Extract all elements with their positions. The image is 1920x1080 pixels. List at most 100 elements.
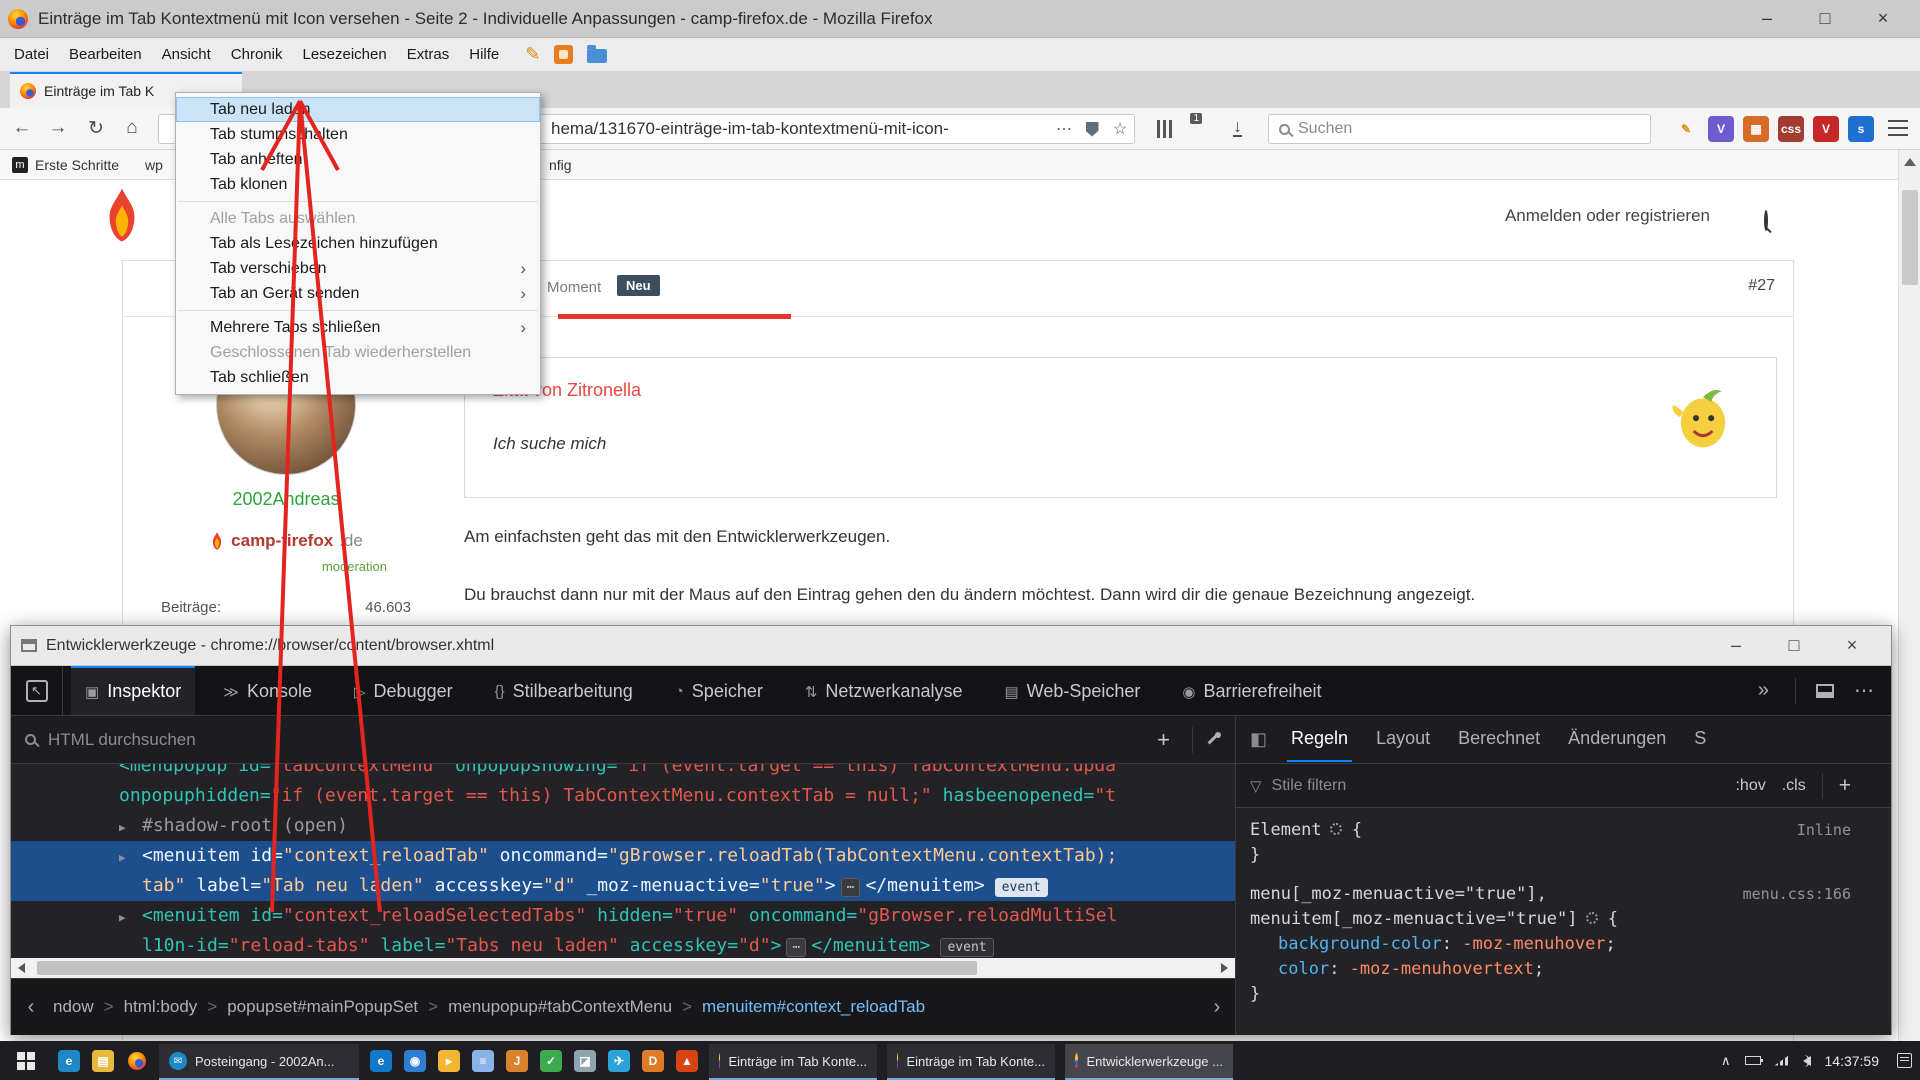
breadcrumb-forward-icon[interactable]: › (1205, 996, 1229, 1019)
edge-icon[interactable]: e (52, 1041, 86, 1080)
markup-hscrollbar[interactable] (11, 958, 1235, 978)
menu-item-tab-schlie-en[interactable]: Tab schließen (176, 365, 540, 390)
menu-item-mehrere-tabs-schlie-en[interactable]: Mehrere Tabs schließen› (176, 315, 540, 340)
post-number[interactable]: #27 (1748, 277, 1775, 295)
library-icon[interactable] (1157, 120, 1177, 138)
css-declaration[interactable]: background-color: -moz-menuhover; (1250, 932, 1851, 957)
edge-icon[interactable]: e (364, 1041, 398, 1080)
close-button[interactable]: × (1854, 0, 1912, 38)
ellipsis-node-button[interactable]: ⋯ (841, 878, 861, 897)
tray-expand-icon[interactable]: ∧ (1721, 1053, 1731, 1069)
post-timestamp[interactable]: Moment (547, 279, 601, 296)
breadcrumb-item-menupopup-tabcontextmenu[interactable]: menupopup#tabContextMenu (440, 993, 680, 1021)
network-icon[interactable] (1775, 1056, 1789, 1066)
login-link[interactable]: Anmelden oder registrieren (1505, 206, 1710, 226)
pick-element-button[interactable]: ↖ (11, 666, 63, 715)
antivirus-icon[interactable]: ✓ (534, 1041, 568, 1080)
breadcrumb-back-icon[interactable]: ‹ (17, 996, 45, 1019)
page-scrollbar[interactable] (1898, 150, 1920, 1041)
class-toggle-button[interactable]: .cls (1782, 777, 1806, 795)
v-purple-extension-icon[interactable]: V (1708, 116, 1734, 142)
devtools-tab-web-speicher[interactable]: ▤Web-Speicher (990, 666, 1154, 715)
minimize-button[interactable]: – (1738, 0, 1796, 38)
menubar-datei[interactable]: Datei (4, 38, 59, 72)
orange-extension-icon[interactable]: ▦ (1743, 116, 1769, 142)
sidebar-tab-regeln[interactable]: Regeln (1287, 717, 1352, 762)
devtools-tab-debugger[interactable]: ▷Debugger (340, 666, 467, 715)
style-filter-placeholder[interactable]: Stile filtern (1272, 777, 1347, 795)
event-badge[interactable]: event (940, 938, 993, 957)
devtools-minimize-button[interactable]: – (1707, 626, 1765, 666)
devtools-tab-inspektor[interactable]: ▣Inspektor (71, 666, 195, 715)
forward-button[interactable]: → (42, 112, 74, 144)
menubar-chronik[interactable]: Chronik (221, 38, 293, 72)
forum-search-icon[interactable] (1764, 212, 1768, 230)
pencil-icon[interactable]: ✎ (525, 44, 540, 65)
menu-item-tab-an-ger-t-senden[interactable]: Tab an Gerät senden› (176, 281, 540, 306)
bookmark-wp[interactable]: wp (145, 157, 163, 173)
notes-extension-icon[interactable]: ✎ (1673, 116, 1699, 142)
devtools-tab-speicher[interactable]: ◔Speicher (661, 666, 777, 715)
eyedropper-icon[interactable] (1205, 732, 1221, 748)
telegram-icon[interactable]: ✈ (602, 1041, 636, 1080)
devtools-tab-netzwerkanalyse[interactable]: ⇅Netzwerkanalyse (791, 666, 977, 715)
author-name[interactable]: 2002Andreas (141, 489, 431, 510)
expand-arrow-icon[interactable]: ▶ (119, 843, 142, 871)
rule-source-link[interactable]: menu.css:166 (1743, 882, 1851, 907)
notepad-icon[interactable]: ≡ (466, 1041, 500, 1080)
ellipsis-node-button[interactable]: ⋯ (786, 938, 806, 957)
taskbar-window-eintr-ge-im-tab-konte[interactable]: Einträge im Tab Konte... (887, 1044, 1055, 1080)
menu-item-tab-stummschalten[interactable]: Tab stummschalten (176, 122, 540, 147)
explorer-icon[interactable]: ▤ (86, 1041, 120, 1080)
rule-selector[interactable]: Element (1250, 820, 1322, 840)
menu-item-tab-als-lesezeichen-hinzuf-gen[interactable]: Tab als Lesezeichen hinzufügen (176, 231, 540, 256)
breadcrumb-item-popupset-mainpopupset[interactable]: popupset#mainPopupSet (219, 993, 426, 1021)
start-button[interactable] (0, 1041, 52, 1080)
java-icon[interactable]: J (500, 1041, 534, 1080)
taskbar-window-eintr-ge-im-tab-konte[interactable]: Einträge im Tab Konte... (709, 1044, 877, 1080)
scroll-up-icon[interactable] (1904, 158, 1916, 166)
menubar-bearbeiten[interactable]: Bearbeiten (59, 38, 152, 72)
menu-item-tab-anheften[interactable]: Tab anheften (176, 147, 540, 172)
battery-icon[interactable] (1745, 1056, 1761, 1065)
vlc-icon[interactable]: ▲ (670, 1041, 704, 1080)
sidebar-tab-berechnet[interactable]: Berechnet (1454, 717, 1544, 762)
sidebar-tab-nderungen[interactable]: Änderungen (1564, 717, 1670, 762)
campfire-logo-icon[interactable] (98, 186, 146, 244)
event-badge[interactable]: event (995, 878, 1048, 897)
devtools-maximize-button[interactable]: □ (1765, 626, 1823, 666)
scroll-right-icon[interactable] (1221, 963, 1228, 973)
menu-item-tab-klonen[interactable]: Tab klonen (176, 172, 540, 197)
search-input[interactable]: Suchen (1268, 114, 1651, 144)
folder-icon[interactable] (587, 49, 607, 63)
breadcrumb-item-ndow[interactable]: ndow (45, 993, 102, 1021)
css-extension-icon[interactable]: css (1778, 116, 1804, 142)
maximize-button[interactable]: □ (1796, 0, 1854, 38)
bookmark-erste-schritte[interactable]: mErste Schritte (12, 157, 119, 173)
reload-button[interactable]: ↻ (80, 112, 112, 144)
markup-line[interactable]: <menupopup id="tabContextMenu" onpopupsh… (11, 764, 1235, 781)
taskbar-mail-button[interactable]: ✉ Posteingang - 2002An... (159, 1044, 359, 1080)
markup-line[interactable]: ▶<menuitem id="context_reloadSelectedTab… (11, 901, 1235, 931)
expand-arrow-icon[interactable]: ▶ (119, 903, 142, 931)
markup-line[interactable]: l10n-id="reload-tabs" label="Tabs neu la… (11, 931, 1235, 958)
expand-arrow-icon[interactable]: ▶ (119, 813, 142, 841)
css-declaration[interactable]: color: -moz-menuhovertext; (1250, 957, 1851, 982)
breadcrumb-item-html-body[interactable]: html:body (116, 993, 206, 1021)
markup-line[interactable]: ▶#shadow-root (open) (11, 811, 1235, 841)
pseudo-class-button[interactable]: :hov (1735, 777, 1765, 795)
menubar-extras[interactable]: Extras (397, 38, 460, 72)
more-tabs-icon[interactable]: » (1758, 679, 1769, 702)
markup-line[interactable]: onpopuphidden="if (event.target == this)… (11, 781, 1235, 811)
taskbar-window-entwicklerwerkzeuge[interactable]: Entwicklerwerkzeuge ... (1065, 1044, 1233, 1080)
breadcrumb-item-menuitem-context-reloadtab[interactable]: menuitem#context_reloadTab (694, 993, 933, 1021)
volume-icon[interactable] (1803, 1056, 1811, 1066)
devtools-tab-stilbearbeitung[interactable]: {}Stilbearbeitung (481, 666, 647, 715)
taskbar-clock[interactable]: 14:37:59 (1825, 1053, 1880, 1069)
bookmark-nfig[interactable]: nfig (549, 157, 572, 173)
split-console-icon[interactable] (1816, 684, 1834, 698)
paint-icon[interactable]: ◪ (568, 1041, 602, 1080)
rule-selector[interactable]: menuitem[_moz-menuactive="true"] (1250, 909, 1578, 929)
home-button[interactable]: ⌂ (116, 112, 148, 144)
bookmark-star-icon[interactable]: ☆ (1106, 119, 1134, 139)
